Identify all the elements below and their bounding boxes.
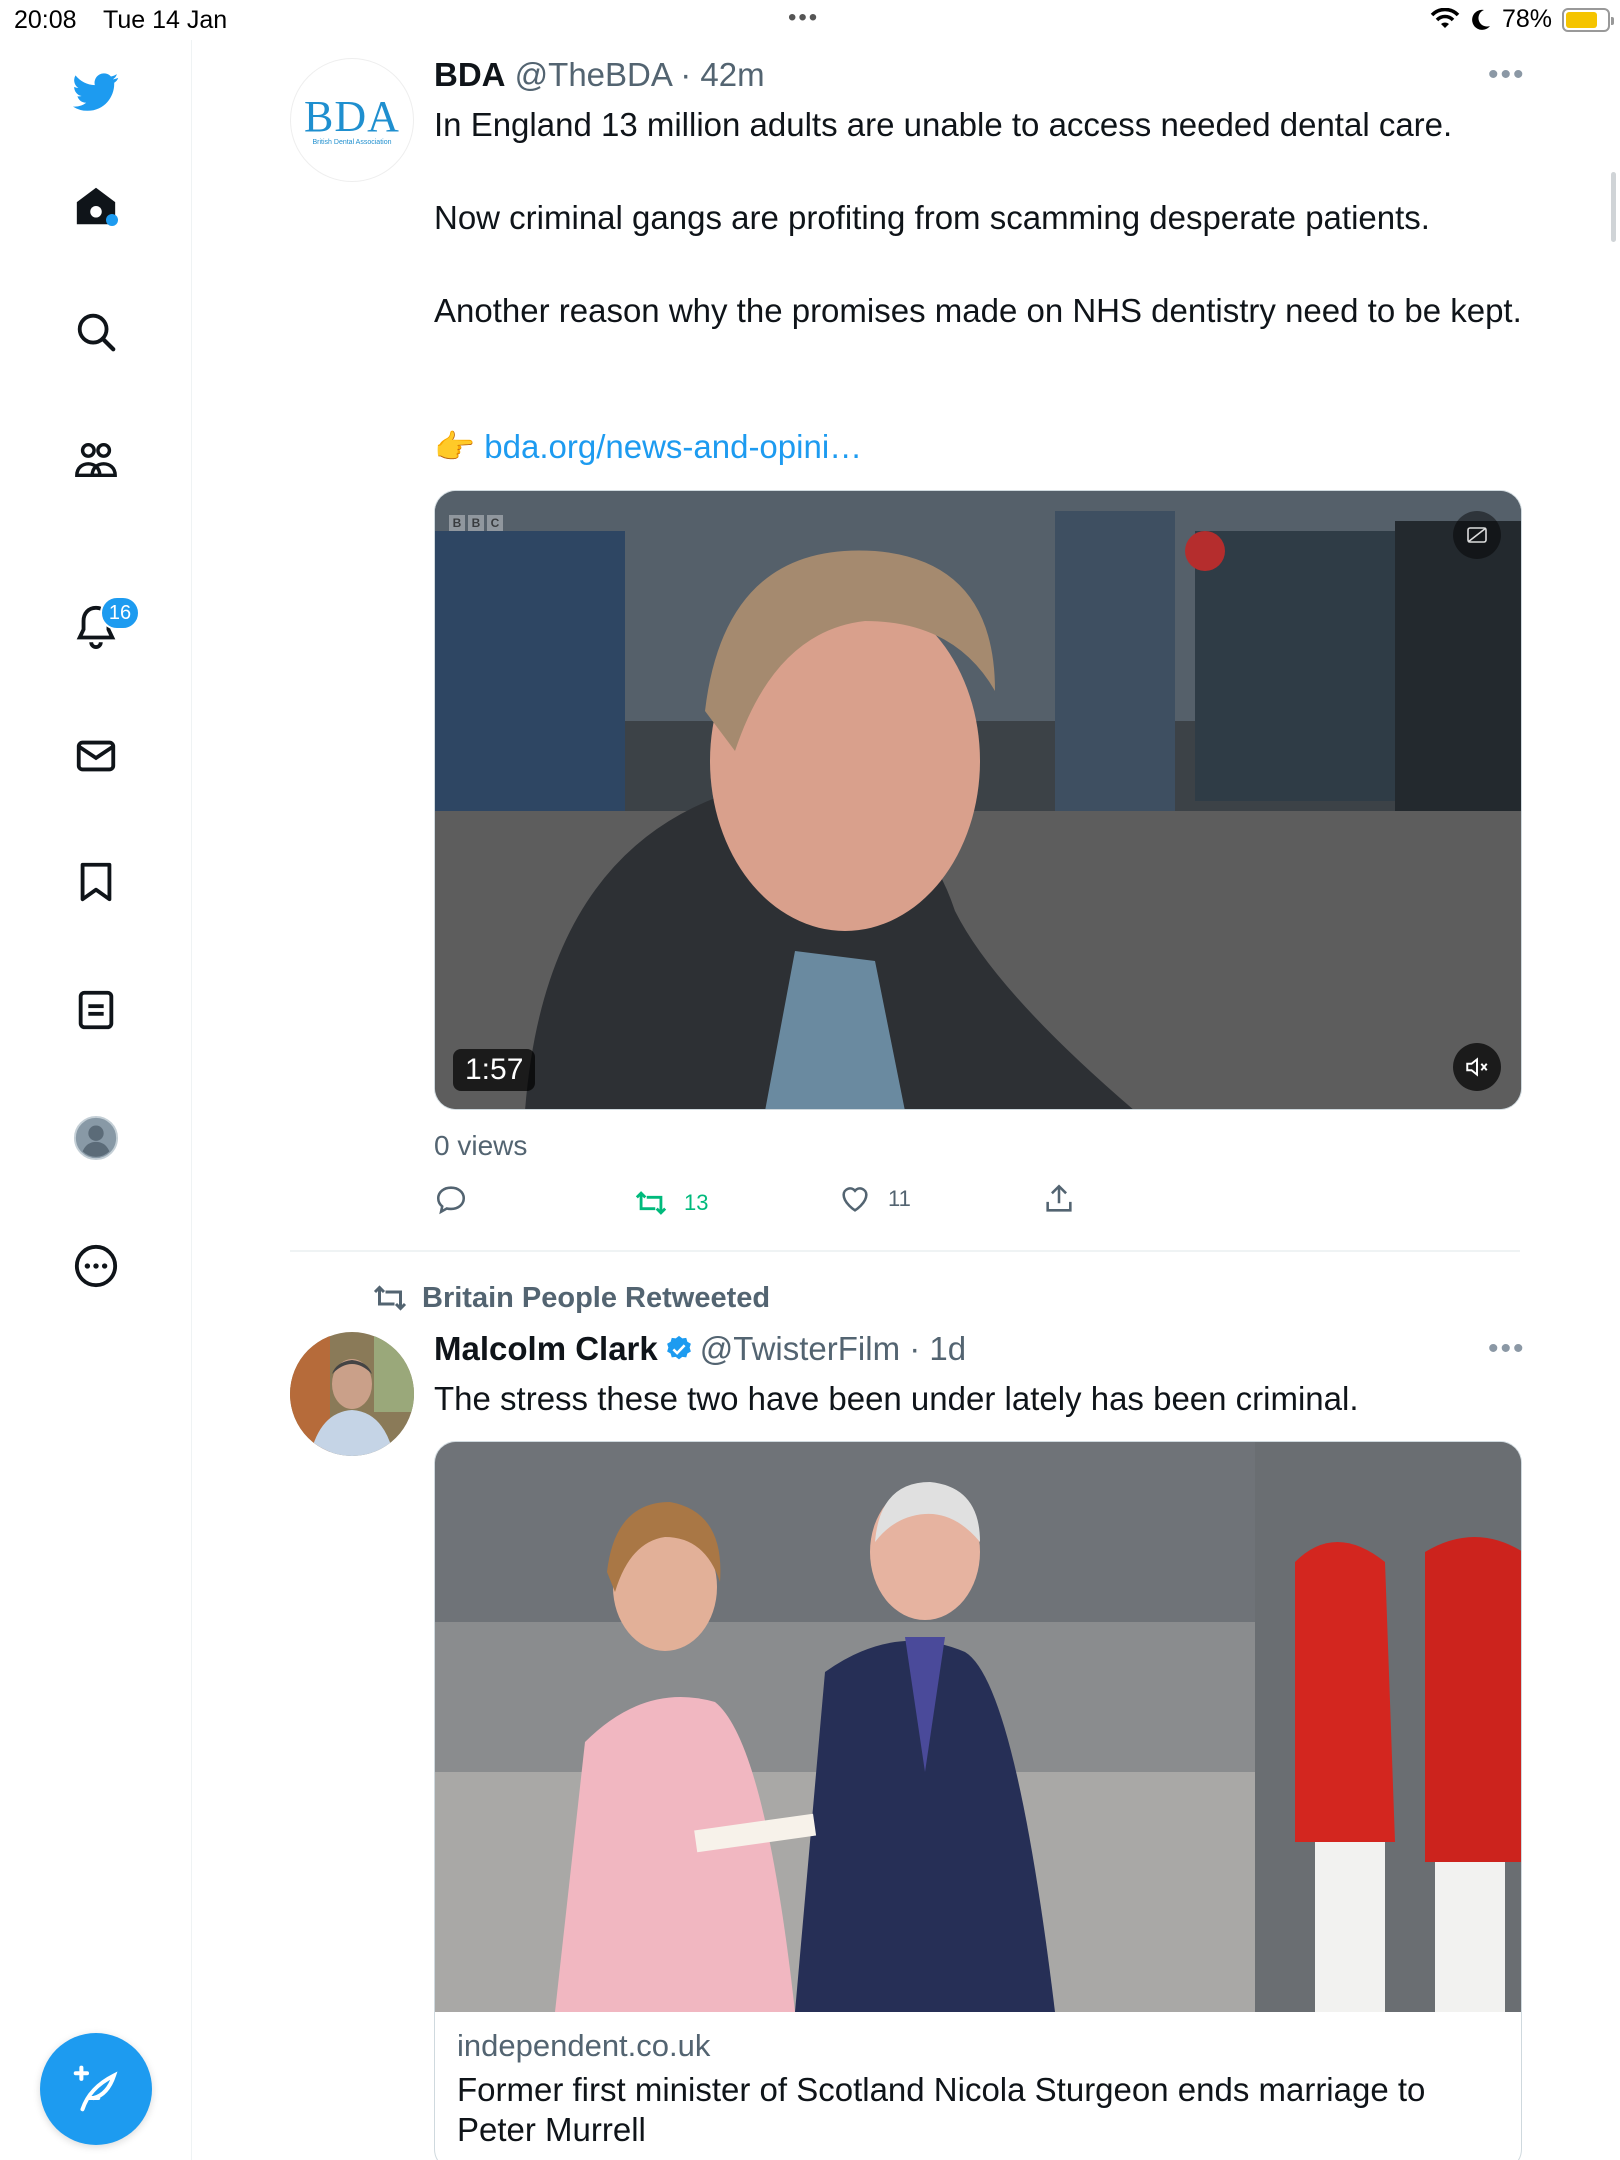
tweet-time[interactable]: · 1d [909,1330,966,1367]
speaker-muted-icon [1466,1057,1488,1077]
pointing-hand-emoji: 👉 [434,428,476,465]
watermark-letter: B [449,515,465,531]
compose-tweet-button[interactable] [40,2033,152,2145]
retweet-button[interactable]: 13 [634,1186,708,1220]
watermark-letter: C [487,515,503,531]
moon-icon [1472,9,1490,30]
status-time: 20:08 [14,6,77,34]
tweet-text-line-1: In England 13 million adults are unable … [434,106,1453,143]
tweet-time[interactable]: · 42m [680,56,764,93]
share-button[interactable] [1042,1182,1092,1216]
mail-icon [76,740,116,772]
tweet-text: The stress these two have been under lat… [434,1380,1359,1417]
tweet-text-line-3: Another reason why the promises made on … [434,292,1522,329]
status-date: Tue 14 Jan [103,6,228,34]
reply-button[interactable] [434,1182,484,1216]
twitter-logo-icon[interactable] [66,62,126,122]
link-card-title: Former first minister of Scotland Nicola… [457,2071,1426,2148]
reply-icon [436,1186,466,1215]
retweet-count: 13 [684,1190,709,1215]
bbc-watermark: B B C [449,515,503,531]
video-duration: 1:57 [453,1049,536,1091]
malcolm-clark-avatar[interactable] [290,1332,414,1456]
retweeted-by-row[interactable]: Britain People Retweeted [372,1280,770,1316]
lists-icon [78,990,114,1030]
sidebar-item-more[interactable] [66,1236,126,1296]
avatar-logo-text: BDA [304,91,400,141]
multitasking-dots-icon[interactable]: ••• [788,4,819,32]
view-count: 0 views [434,1130,528,1161]
author-name[interactable]: BDA [434,56,506,93]
tweet-header: Malcolm Clark @TwisterFilm · 1d [434,1330,966,1368]
author-name[interactable]: Malcolm Clark [434,1330,658,1367]
sidebar-nav: 16 [0,40,192,2160]
tweet-text-line-2: Now criminal gangs are profiting from sc… [434,199,1430,236]
notification-count-badge: 16 [100,596,140,630]
verified-badge-icon [666,1335,691,1360]
tweet-header: BDA @TheBDA · 42m [434,56,765,94]
retweeted-by-text: Britain People Retweeted [422,1281,771,1314]
bookmark-icon [80,862,112,902]
compose-feather-icon [73,2065,118,2112]
sidebar-item-bookmarks[interactable] [66,852,126,912]
sidebar-item-lists[interactable] [66,980,126,1040]
profile-avatar-icon [73,1115,119,1161]
search-icon [77,313,116,352]
tweet-link-row[interactable]: 👉 bda.org/news-and-opini… [434,428,862,467]
author-handle[interactable]: @TwisterFilm [700,1330,900,1367]
wifi-icon [1430,7,1460,28]
scrollbar[interactable] [1611,172,1616,242]
video-thumbnail-image [435,491,1521,1109]
link-preview-card[interactable]: independent.co.uk Former first minister … [434,1441,1522,2160]
captions-icon[interactable] [1453,511,1501,559]
sidebar-item-communities[interactable] [66,430,126,490]
share-icon [1046,1184,1072,1212]
avatar-logo-subtext: British Dental Association [312,138,392,146]
sidebar-item-profile[interactable] [66,1108,126,1168]
bda-avatar[interactable]: BDA British Dental Association [290,58,414,182]
avatar-photo [290,1332,414,1456]
home-new-dot [106,214,118,226]
tweet-more-icon[interactable]: ••• [1488,58,1526,92]
retweet-indicator-icon [373,1285,407,1311]
link-card-image [435,1442,1521,2012]
more-circle-icon [74,1244,118,1288]
mute-button[interactable] [1453,1043,1501,1091]
status-bar: 20:08 Tue 14 Jan ••• 78% [0,0,1620,40]
status-right: 78% [1430,5,1614,34]
tweet-video[interactable]: B B C 1:57 [434,490,1522,1110]
like-button[interactable]: 11 [838,1182,911,1216]
retweet-icon [635,1191,667,1215]
heart-icon [842,1187,868,1212]
watermark-letter: B [468,515,484,531]
tweet-more-icon[interactable]: ••• [1488,1332,1526,1366]
tweet-divider [290,1250,1520,1252]
battery-percent: 78% [1501,5,1552,33]
sidebar-item-messages[interactable] [66,726,126,786]
communities-icon [75,442,117,478]
tweet-link[interactable]: bda.org/news-and-opini… [484,428,862,465]
link-card-domain: independent.co.uk [457,2028,711,2063]
author-handle[interactable]: @TheBDA [515,56,671,93]
like-count: 11 [888,1186,911,1211]
sidebar-item-explore[interactable] [66,302,126,362]
battery-icon [1562,7,1614,32]
sidebar-item-home[interactable] [66,176,126,236]
